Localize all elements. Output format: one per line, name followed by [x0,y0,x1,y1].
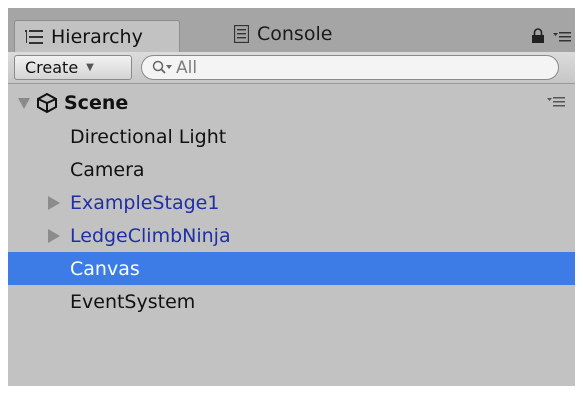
scene-label: Scene [64,92,129,114]
hierarchy-item-label: LedgeClimbNinja [70,224,231,247]
hierarchy-item-label: EventSystem [70,290,196,313]
scene-root-row[interactable]: Scene [8,86,575,120]
tab-bar-controls [531,28,571,44]
hierarchy-item-label: Directional Light [70,125,227,148]
hierarchy-item[interactable]: Camera [8,153,575,186]
console-icon [234,25,249,43]
hierarchy-item-label: ExampleStage1 [70,191,220,214]
tab-bar: Hierarchy Console [8,8,575,53]
tab-console-label: Console [257,23,333,45]
tab-menu-icon[interactable] [553,30,571,42]
create-dropdown-button[interactable]: Create ▼ [14,55,132,80]
hierarchy-toolbar: Create ▼ [8,52,575,84]
hierarchy-window: Hierarchy Console Create ▼ All Scene Dir… [8,8,575,386]
hierarchy-item[interactable]: EventSystem [8,285,575,318]
scene-menu-icon[interactable] [547,95,565,107]
tab-hierarchy-label: Hierarchy [51,26,143,48]
hierarchy-item[interactable]: LedgeClimbNinja [8,219,575,252]
chevron-down-icon: ▼ [86,62,94,73]
search-icon[interactable] [152,60,174,76]
unity-logo-icon [36,92,58,114]
search-input[interactable] [176,57,536,78]
foldout-arrow-icon[interactable] [48,229,60,243]
hierarchy-item[interactable]: Directional Light [8,120,575,153]
expand-arrow-icon[interactable] [18,97,30,109]
hierarchy-item[interactable]: ExampleStage1 [8,186,575,219]
tab-hierarchy[interactable]: Hierarchy [14,20,180,53]
search-field[interactable] [141,55,559,80]
tab-console[interactable]: Console [228,20,398,48]
foldout-arrow-icon[interactable] [48,196,60,210]
lock-icon[interactable] [531,28,545,44]
create-button-label: Create [25,58,79,77]
hierarchy-item-label: Camera [70,158,145,181]
hierarchy-list-icon [25,30,43,44]
hierarchy-item-selected[interactable]: Canvas [8,252,575,285]
hierarchy-item-label: Canvas [70,257,140,280]
